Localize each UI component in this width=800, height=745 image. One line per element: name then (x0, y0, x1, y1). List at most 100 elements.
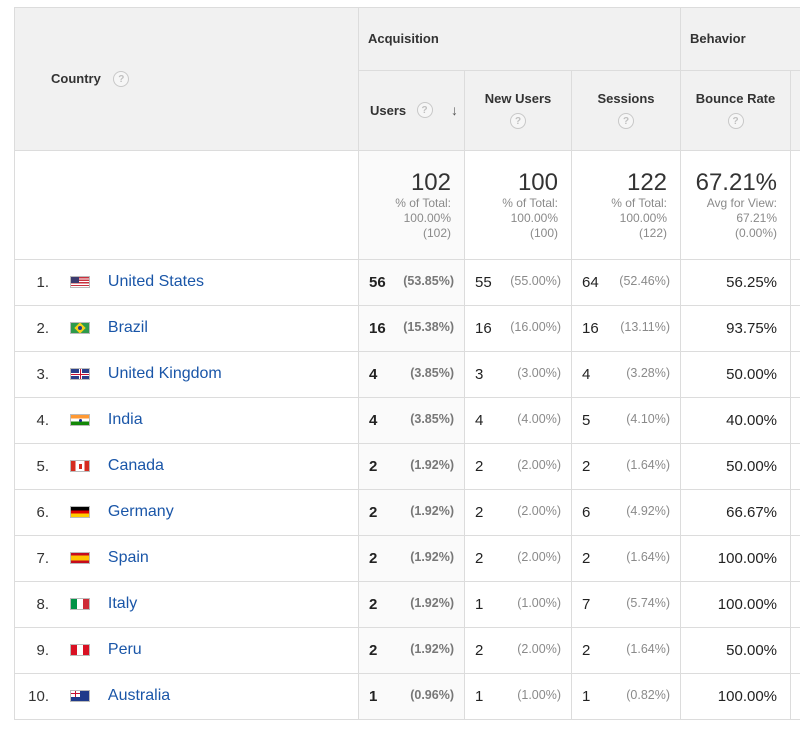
users-cell: 16 (15.38%) (358, 305, 465, 352)
users-cell: 2 (1.92%) (358, 581, 465, 628)
bounce-rate-cell: 50.00% (680, 351, 792, 398)
country-link[interactable]: India (108, 411, 143, 428)
row-overflow-cell (790, 535, 800, 582)
sessions-header-label: Sessions (597, 91, 655, 106)
totals-label-cell (14, 150, 359, 260)
users-header-label: Users (370, 102, 407, 118)
row-overflow-cell (790, 351, 800, 398)
country-link[interactable]: United States (108, 273, 204, 290)
new-users-total-line1: % of Total: (502, 195, 558, 210)
row-overflow-cell (790, 581, 800, 628)
bounce-rate-value: 100.00% (717, 595, 778, 613)
bounce-rate-help-icon[interactable]: ? (727, 112, 744, 129)
new-users-percent: (2.00%) (517, 641, 561, 656)
country-cell: 8. Italy (14, 581, 359, 628)
bounce-rate-header-label: Bounce Rate (695, 91, 776, 106)
sessions-cell: 1 (0.82%) (570, 673, 682, 720)
sessions-total-value: 122 (626, 168, 668, 196)
users-value: 2 (369, 457, 378, 475)
table-row: 7. Spain 2 (1.92%) 2 (2.00%) 2 (1.64%) 100.… (14, 535, 800, 582)
new-users-cell: 2 (2.00%) (464, 535, 572, 582)
country-link[interactable]: Canada (108, 457, 164, 474)
sessions-value: 64 (582, 273, 599, 291)
flag-pe-icon (70, 644, 91, 657)
sessions-cell: 2 (1.64%) (570, 443, 682, 490)
users-value: 2 (369, 641, 378, 659)
row-overflow-cell (790, 397, 800, 444)
users-total-line1: % of Total: (395, 195, 451, 210)
users-column-header[interactable]: Users ? ↓ (358, 70, 465, 151)
country-link[interactable]: Brazil (108, 319, 148, 336)
new-users-help-icon[interactable]: ? (510, 112, 526, 129)
country-cell: 9. Peru (14, 627, 359, 674)
users-percent: (53.85%) (403, 273, 454, 288)
row-rank: 5. (36, 457, 49, 475)
row-overflow-cell (790, 673, 800, 720)
new-users-cell: 16 (16.00%) (464, 305, 572, 352)
bounce-rate-total-line3: (0.00%) (734, 225, 778, 240)
bounce-rate-column-header[interactable]: Bounce Rate ? (680, 70, 792, 151)
bounce-rate-cell: 50.00% (680, 627, 792, 674)
bounce-rate-value: 100.00% (717, 549, 778, 567)
table-body: 1. United States 56 (53.85%) 55 (55.00%) 6… (14, 259, 800, 720)
row-rank: 2. (36, 319, 49, 337)
sessions-value: 2 (582, 641, 591, 659)
users-value: 2 (369, 595, 378, 613)
row-overflow-cell (790, 443, 800, 490)
country-link[interactable]: Spain (108, 549, 149, 566)
users-value: 2 (369, 503, 378, 521)
new-users-total-value: 100 (517, 168, 558, 196)
country-help-icon[interactable]: ? (113, 70, 130, 87)
users-cell: 56 (53.85%) (358, 259, 465, 306)
users-total-line3: (102) (422, 225, 451, 240)
new-users-value: 2 (475, 503, 484, 521)
sessions-percent: (1.64%) (626, 457, 671, 472)
new-users-cell: 2 (2.00%) (464, 443, 572, 490)
new-users-cell: 2 (2.00%) (464, 627, 572, 674)
sessions-total-line3: (122) (639, 225, 668, 240)
country-link[interactable]: Australia (108, 687, 170, 704)
new-users-total-cell: 100 % of Total: 100.00% (100) (464, 150, 572, 260)
table-row: 1. United States 56 (53.85%) 55 (55.00%) 6… (14, 259, 800, 306)
row-overflow-cell (790, 259, 800, 306)
country-link[interactable]: United Kingdom (108, 365, 222, 382)
row-overflow-cell (790, 305, 800, 352)
new-users-value: 2 (475, 457, 484, 475)
users-value: 4 (369, 411, 378, 429)
users-cell: 2 (1.92%) (358, 627, 465, 674)
country-link[interactable]: Italy (108, 595, 137, 612)
bounce-rate-cell: 100.00% (680, 673, 792, 720)
sessions-total-cell: 122 % of Total: 100.00% (122) (570, 150, 682, 260)
new-users-cell: 55 (55.00%) (464, 259, 572, 306)
bounce-rate-cell: 100.00% (680, 581, 792, 628)
users-percent: (1.92%) (410, 641, 454, 656)
country-column-header[interactable]: Country ? (14, 7, 359, 151)
sessions-value: 16 (582, 319, 599, 337)
country-link[interactable]: Germany (108, 503, 174, 520)
sessions-percent: (52.46%) (619, 273, 671, 288)
table-row: 3. United Kingdom 4 (3.85%) 3 (3.00%) 4 (3.… (14, 351, 800, 398)
bounce-rate-value: 66.67% (726, 503, 778, 521)
sessions-column-header[interactable]: Sessions ? (570, 70, 682, 151)
new-users-total-line2: 100.00% (510, 210, 558, 225)
header-overflow-cell (790, 70, 800, 151)
table-row: 9. Peru 2 (1.92%) 2 (2.00%) 2 (1.64%) 50.00… (14, 627, 800, 674)
users-help-icon[interactable]: ? (416, 102, 433, 119)
bounce-rate-value: 56.25% (726, 273, 778, 291)
users-cell: 1 (0.96%) (358, 673, 465, 720)
new-users-column-header[interactable]: New Users ? (464, 70, 572, 151)
bounce-rate-cell: 93.75% (680, 305, 792, 352)
sort-descending-icon[interactable]: ↓ (451, 102, 458, 118)
new-users-value: 1 (475, 595, 484, 613)
bounce-rate-total-line2: 67.21% (736, 210, 778, 225)
country-link[interactable]: Peru (108, 641, 142, 658)
new-users-percent: (3.00%) (517, 365, 561, 380)
flag-ca-icon (70, 460, 91, 473)
sessions-cell: 64 (52.46%) (570, 259, 682, 306)
bounce-rate-cell: 50.00% (680, 443, 792, 490)
row-rank: 7. (36, 549, 49, 567)
new-users-cell: 4 (4.00%) (464, 397, 572, 444)
sessions-help-icon[interactable]: ? (618, 112, 634, 129)
table-row: 10. Australia 1 (0.96%) 1 (1.00%) 1 (0.82%)… (14, 673, 800, 720)
sessions-total-line1: % of Total: (611, 195, 668, 210)
